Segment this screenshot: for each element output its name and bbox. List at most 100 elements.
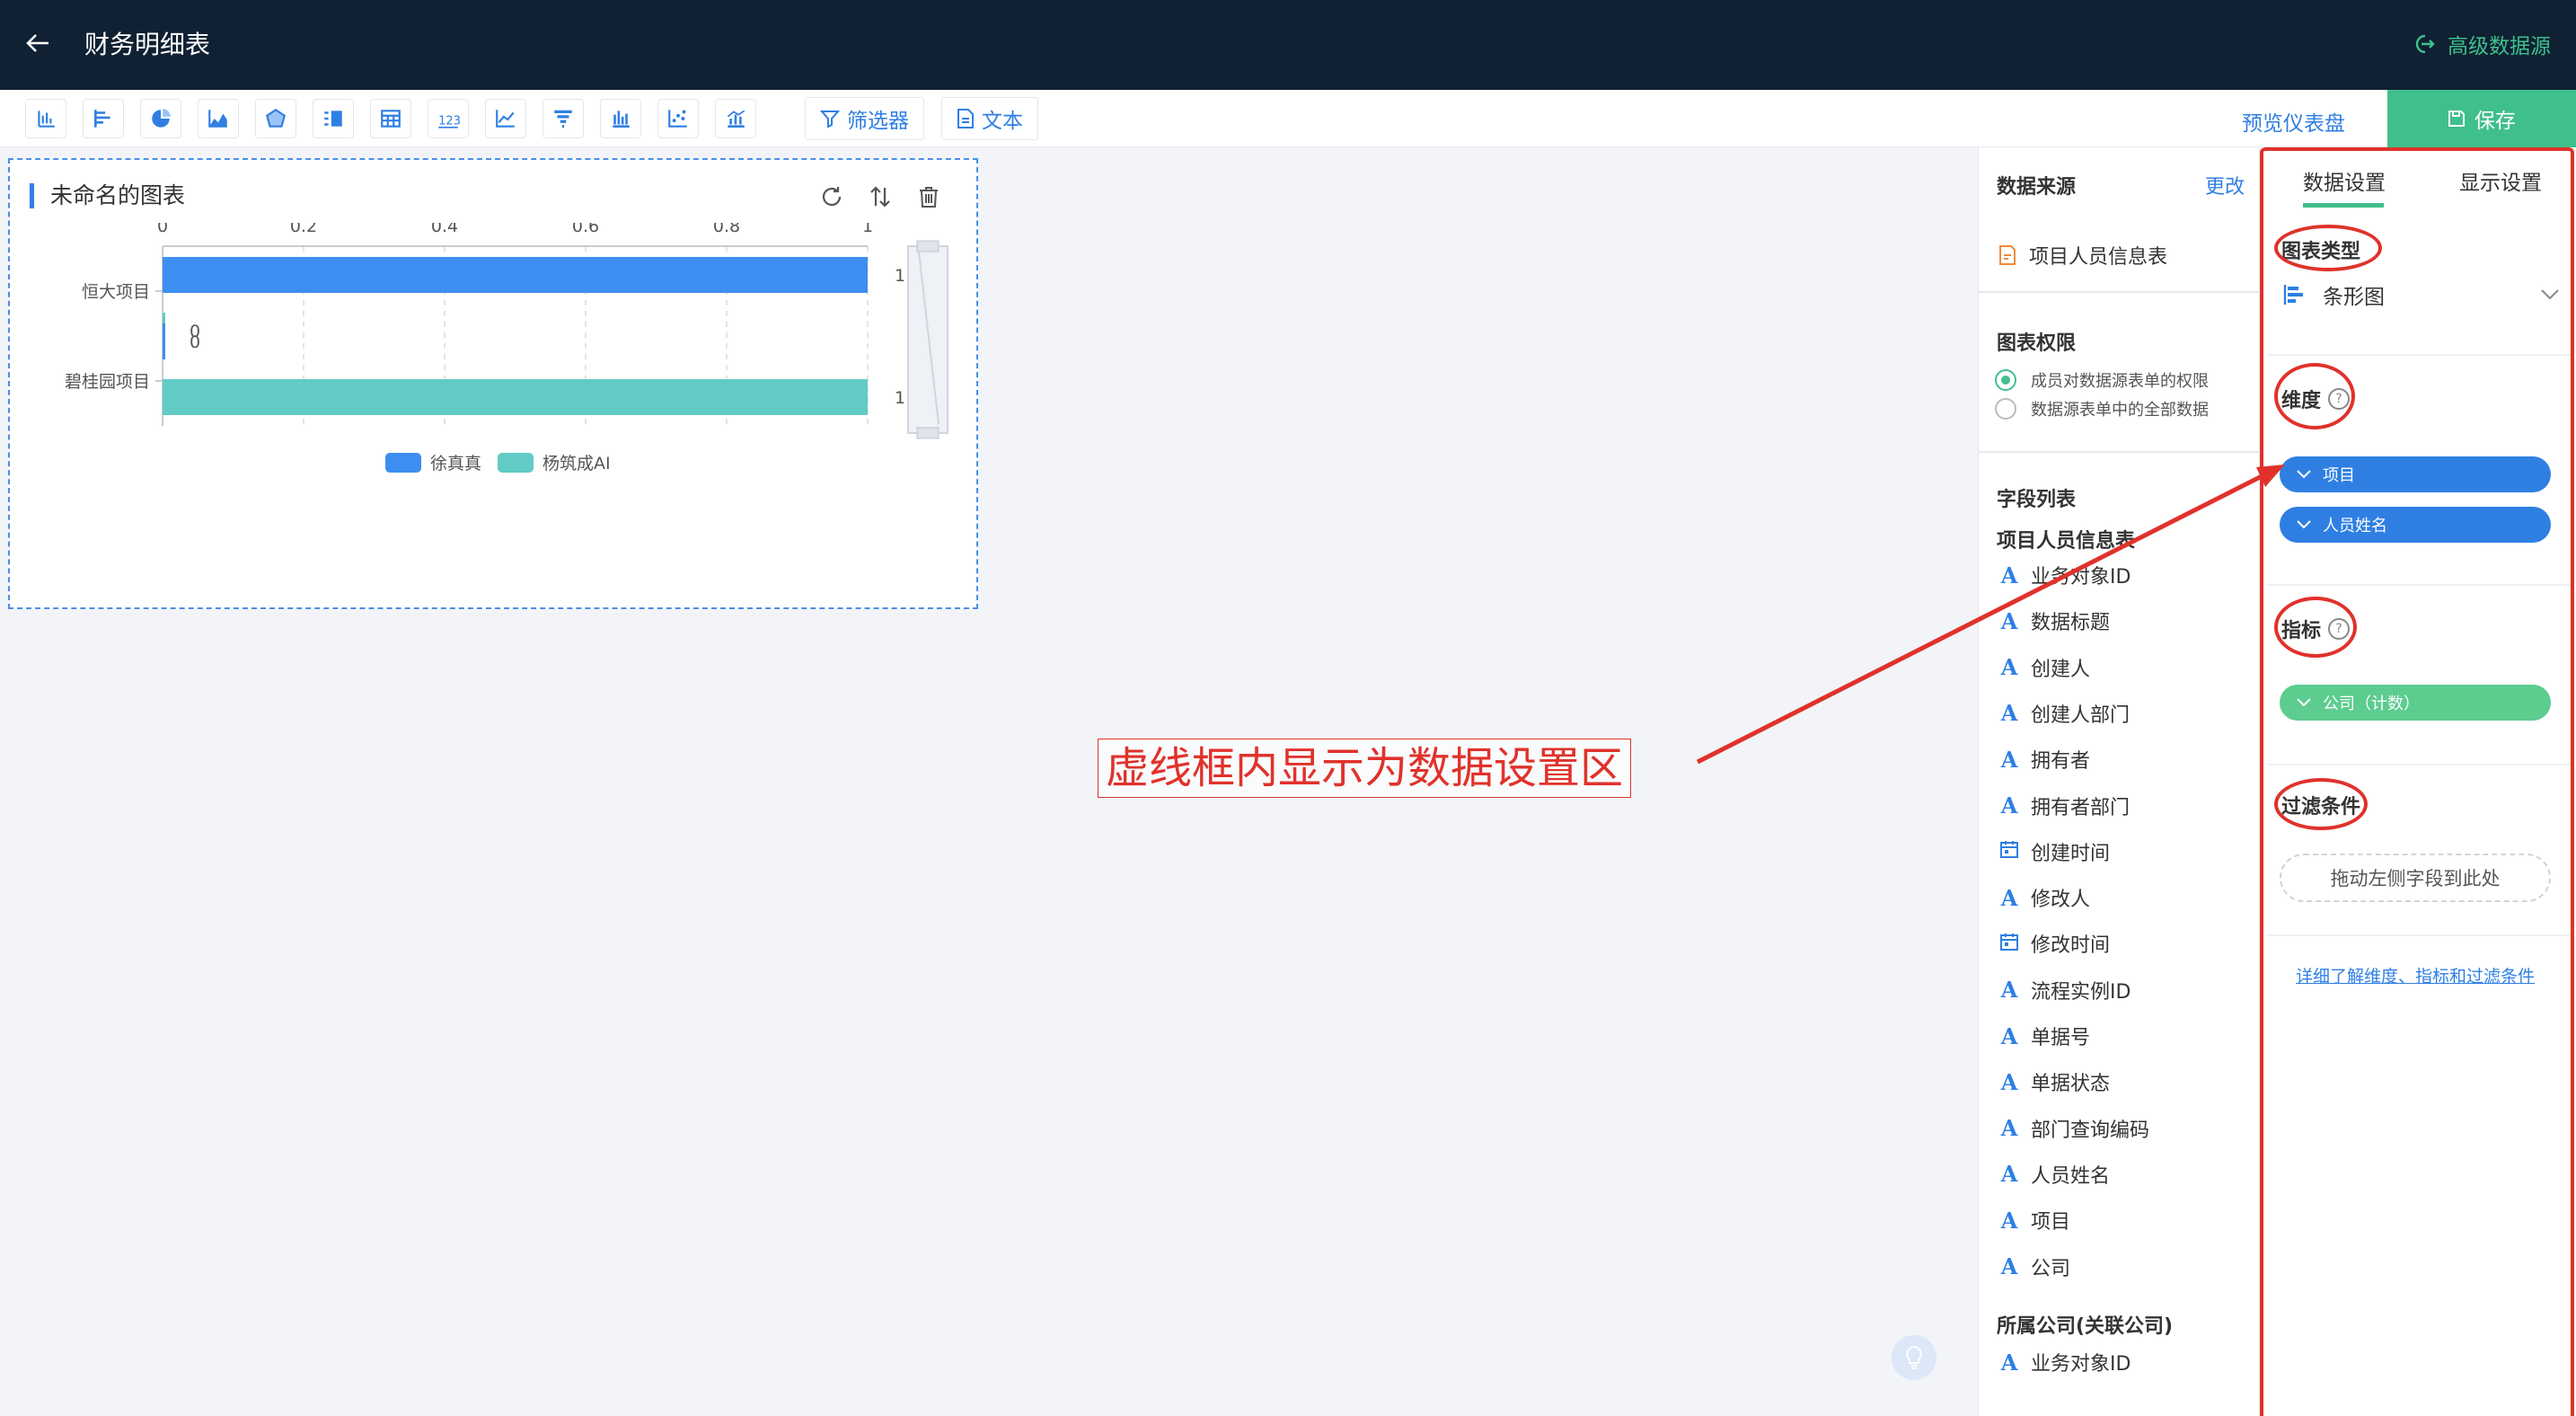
- chart-card[interactable]: 未命名的图表 0 0.2 0.4 0.6 0.8 1 恒大项目 1 0 碧桂园项目 0 1 徐真真 杨筑成…: [8, 158, 978, 609]
- dimension-heading: 维度 ?: [2281, 385, 2351, 413]
- radio-unchecked-icon: [1995, 398, 2016, 420]
- field-label: 部门查询编码: [2031, 1119, 2150, 1142]
- text-field-icon: A: [2000, 1022, 2018, 1049]
- horizontal-bar-icon: [2283, 285, 2303, 305]
- chart-type-value: 条形图: [2323, 286, 2385, 309]
- data-label: 1: [895, 266, 905, 286]
- perm-option-member[interactable]: 成员对数据源表单的权限: [1995, 368, 2209, 392]
- metric-pill-label: 公司（计数）: [2323, 695, 2420, 713]
- scatter-chart-icon[interactable]: [657, 99, 699, 138]
- bar: [163, 379, 868, 415]
- zoom-slider: [907, 245, 948, 434]
- data-settings-panel: [2260, 147, 2576, 1416]
- chevron-down-icon: [2541, 289, 2559, 300]
- source-table-item[interactable]: 项目人员信息表: [1998, 241, 2167, 270]
- bar: [163, 323, 165, 359]
- field-label: 人员姓名: [2031, 1164, 2111, 1188]
- x-tick-label: 0.8: [713, 223, 740, 236]
- form-icon: [1999, 245, 2016, 265]
- field-label: 单据状态: [2031, 1073, 2111, 1096]
- chart-type-select[interactable]: 条形图: [2281, 270, 2559, 320]
- exit-icon: [2415, 34, 2435, 54]
- swap-axis-icon[interactable]: [865, 181, 895, 212]
- legend-swatch: [385, 453, 421, 473]
- text-field-icon: A: [2000, 792, 2018, 819]
- data-label: 1: [895, 388, 905, 408]
- table-icon[interactable]: [370, 99, 411, 138]
- back-arrow-icon[interactable]: [18, 23, 57, 63]
- divider: [1979, 291, 2259, 293]
- area-chart-icon[interactable]: [198, 99, 239, 138]
- legend-label: 杨筑成AI: [543, 454, 611, 473]
- zoom-handle-bottom: [916, 427, 940, 439]
- combo-chart-icon[interactable]: [715, 99, 756, 138]
- x-tick-label: 0.4: [431, 223, 458, 236]
- text-label: 文本: [982, 110, 1023, 133]
- lightbulb-icon[interactable]: [1892, 1335, 1936, 1380]
- x-tick-label: 0.6: [572, 223, 599, 236]
- perm-option-all[interactable]: 数据源表单中的全部数据: [1995, 397, 2209, 420]
- calendar-icon: [1998, 838, 2020, 864]
- field-label: 业务对象ID: [2031, 1353, 2131, 1376]
- radar-chart-icon[interactable]: [255, 99, 296, 138]
- text-field-icon: A: [2000, 1115, 2018, 1142]
- permission-heading: 图表权限: [1997, 332, 2077, 355]
- field-item[interactable]: A 单据状态: [1998, 1064, 2110, 1100]
- field-label: 公司: [2031, 1257, 2071, 1280]
- preview-dashboard-link[interactable]: 预览仪表盘: [2242, 106, 2345, 137]
- advanced-datasource-label: 高级数据源: [2448, 35, 2551, 58]
- tab-display-settings[interactable]: 显示设置: [2459, 165, 2542, 196]
- legend-swatch: [498, 453, 534, 473]
- data-source-heading: 数据来源: [1997, 176, 2077, 199]
- field-item[interactable]: A 公司: [1998, 1249, 2070, 1285]
- text-button[interactable]: 文本: [941, 97, 1038, 140]
- field-item[interactable]: A 部门查询编码: [1998, 1111, 2149, 1146]
- column-chart-icon[interactable]: [600, 99, 641, 138]
- advanced-datasource-button[interactable]: 高级数据源: [2412, 29, 2551, 59]
- field-item[interactable]: A 单据号: [1998, 1018, 2090, 1054]
- field-item[interactable]: A 项目: [1998, 1202, 2070, 1238]
- dimension-pill[interactable]: 项目: [2280, 456, 2551, 492]
- text-field-icon: A: [2000, 1068, 2018, 1095]
- text-field-icon: A: [2000, 977, 2018, 1004]
- save-button[interactable]: 保存: [2387, 90, 2576, 147]
- number-card-icon[interactable]: 123: [428, 99, 469, 138]
- pie-chart-icon[interactable]: [140, 99, 181, 138]
- perm-option-label: 成员对数据源表单的权限: [2031, 372, 2209, 391]
- help-icon[interactable]: ?: [2328, 618, 2351, 640]
- divider: [2267, 934, 2572, 936]
- field-label: 修改人: [2031, 889, 2091, 912]
- bar-chart-icon[interactable]: [25, 99, 66, 138]
- field-item[interactable]: A 人员姓名: [1998, 1156, 2110, 1192]
- filter-condition-heading: 过滤条件: [2281, 796, 2361, 819]
- dimension-label: 维度: [2281, 390, 2322, 412]
- trash-icon[interactable]: [913, 181, 944, 212]
- field-item[interactable]: A 修改人: [1998, 880, 2090, 916]
- svg-text:123: 123: [438, 115, 460, 128]
- filter-drop-zone[interactable]: 拖动左侧字段到此处: [2280, 854, 2551, 902]
- field-item[interactable]: A 业务对象ID: [1998, 1344, 2131, 1380]
- field-item[interactable]: A 拥有者部门: [1998, 788, 2130, 824]
- tab-data-settings[interactable]: 数据设置: [2303, 165, 2386, 196]
- refresh-icon[interactable]: [816, 181, 847, 212]
- filter-button[interactable]: 筛选器: [805, 97, 924, 140]
- field-item[interactable]: A 流程实例ID: [1998, 972, 2131, 1008]
- metric-pill[interactable]: 公司（计数）: [2280, 685, 2551, 721]
- horizontal-bar-icon[interactable]: [83, 99, 124, 138]
- field-item[interactable]: 修改时间: [1998, 925, 2110, 961]
- text-field-icon: A: [2000, 1161, 2018, 1188]
- field-label: 项目: [2031, 1211, 2071, 1235]
- data-label: 0: [190, 332, 200, 352]
- funnel-chart-icon[interactable]: [543, 99, 584, 138]
- list-icon[interactable]: [313, 99, 354, 138]
- field-item[interactable]: 创建时间: [1998, 834, 2110, 870]
- line-chart-icon[interactable]: [485, 99, 526, 138]
- change-source-link[interactable]: 更改: [2205, 171, 2245, 199]
- learn-more-link[interactable]: 详细了解维度、指标和过滤条件: [2296, 963, 2535, 987]
- dimension-pill[interactable]: 人员姓名: [2280, 507, 2551, 543]
- annotation-text: 虚线框内显示为数据设置区: [1098, 739, 1632, 798]
- calendar-icon: [1998, 931, 2020, 957]
- help-icon[interactable]: ?: [2328, 388, 2351, 410]
- filter-label: 筛选器: [847, 110, 909, 133]
- bar-chart: 0 0.2 0.4 0.6 0.8 1恒大项目10碧桂园项目01徐真真 杨筑成AI: [65, 223, 948, 473]
